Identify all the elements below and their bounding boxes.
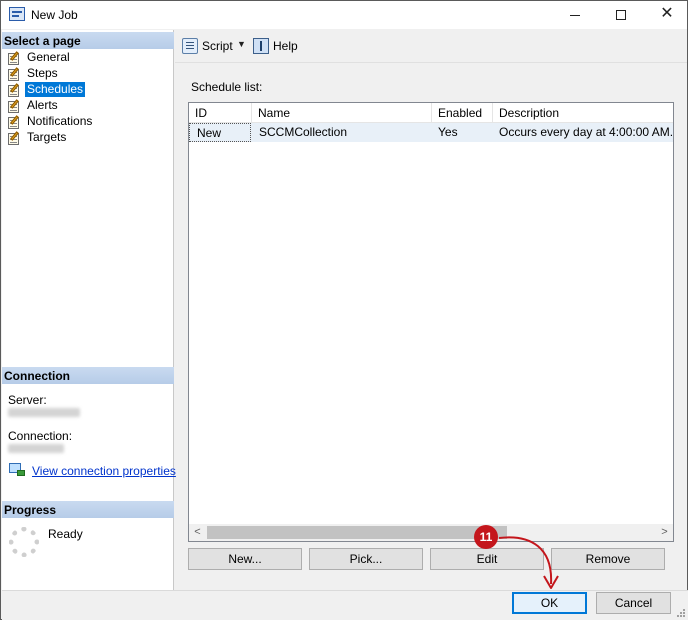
table-row[interactable]: New SCCMCollection Yes Occurs every day … <box>189 123 673 142</box>
new-job-window: New Job ✕ Select a page General Steps Sc… <box>0 0 688 620</box>
script-label: Script <box>202 39 233 53</box>
grid-header: ID Name Enabled Description <box>189 103 673 123</box>
help-icon <box>253 38 269 54</box>
scrollbar-thumb[interactable] <box>207 526 507 539</box>
connection-properties-icon <box>9 463 27 479</box>
view-connection-properties-link[interactable]: View connection properties <box>32 464 176 478</box>
window-title: New Job <box>31 8 78 22</box>
new-schedule-button[interactable]: New... <box>188 548 302 570</box>
minimize-button[interactable] <box>552 1 598 29</box>
pick-schedule-button[interactable]: Pick... <box>309 548 423 570</box>
progress-spinner-icon <box>9 527 39 557</box>
page-item-schedules[interactable]: Schedules <box>5 82 173 98</box>
close-icon: ✕ <box>660 5 674 22</box>
maximize-button[interactable] <box>598 1 644 29</box>
toolbar: Script ▼ Help <box>175 30 687 63</box>
server-value-redacted <box>8 408 80 417</box>
connection-header: Connection <box>2 367 174 384</box>
cell-enabled[interactable]: Yes <box>432 123 493 142</box>
page-item-targets[interactable]: Targets <box>5 130 173 146</box>
progress-header: Progress <box>2 501 174 518</box>
script-button[interactable]: Script <box>182 38 233 56</box>
maximize-icon <box>616 10 626 21</box>
close-button[interactable]: ✕ <box>644 1 688 29</box>
column-header-description[interactable]: Description <box>493 103 673 123</box>
page-item-label: Schedules <box>25 82 86 97</box>
connection-value-redacted <box>8 444 64 453</box>
cancel-button[interactable]: Cancel <box>596 592 671 614</box>
connection-label: Connection: <box>8 429 73 443</box>
page-icon <box>6 131 22 145</box>
schedule-grid[interactable]: ID Name Enabled Description New SCCMColl… <box>188 102 674 542</box>
scroll-right-icon[interactable]: > <box>656 524 673 541</box>
page-item-general[interactable]: General <box>5 50 173 66</box>
page-item-steps[interactable]: Steps <box>5 66 173 82</box>
page-item-label: Alerts <box>27 98 58 112</box>
page-icon <box>6 67 22 81</box>
left-pane: Select a page General Steps Schedules Al… <box>2 30 176 590</box>
column-header-enabled[interactable]: Enabled <box>432 103 493 123</box>
page-item-label: General <box>27 50 70 64</box>
schedule-list-label: Schedule list: <box>191 80 263 94</box>
page-icon <box>6 99 22 113</box>
minimize-icon <box>570 14 580 16</box>
page-item-label: Steps <box>27 66 58 80</box>
progress-status: Ready <box>48 527 83 541</box>
script-icon <box>182 38 198 54</box>
help-button[interactable]: Help <box>253 38 298 56</box>
cell-id[interactable]: New <box>189 123 251 142</box>
scroll-left-icon[interactable]: < <box>189 524 206 541</box>
horizontal-scrollbar[interactable]: < > <box>189 524 673 541</box>
server-label: Server: <box>8 393 47 407</box>
page-icon <box>6 51 22 65</box>
page-icon <box>6 115 22 129</box>
select-page-header: Select a page <box>2 32 174 49</box>
cell-name[interactable]: SCCMCollection <box>252 123 432 142</box>
resize-grip-icon[interactable] <box>676 608 686 618</box>
title-bar[interactable]: New Job ✕ <box>1 1 687 29</box>
column-header-name[interactable]: Name <box>252 103 432 123</box>
page-item-label: Notifications <box>27 114 93 128</box>
page-icon <box>6 83 22 97</box>
help-label: Help <box>273 39 298 53</box>
step-number-badge: 11 <box>474 525 498 549</box>
page-list: General Steps Schedules Alerts Notificat… <box>5 50 173 146</box>
script-dropdown-icon[interactable]: ▼ <box>237 39 246 49</box>
page-item-alerts[interactable]: Alerts <box>5 98 173 114</box>
annotation-arrow <box>498 536 559 589</box>
page-item-notifications[interactable]: Notifications <box>5 114 173 130</box>
page-item-label: Targets <box>27 130 67 144</box>
app-icon <box>9 7 25 21</box>
column-header-id[interactable]: ID <box>189 103 252 123</box>
cell-description[interactable]: Occurs every day at 4:00:00 AM. Sch <box>493 123 673 142</box>
